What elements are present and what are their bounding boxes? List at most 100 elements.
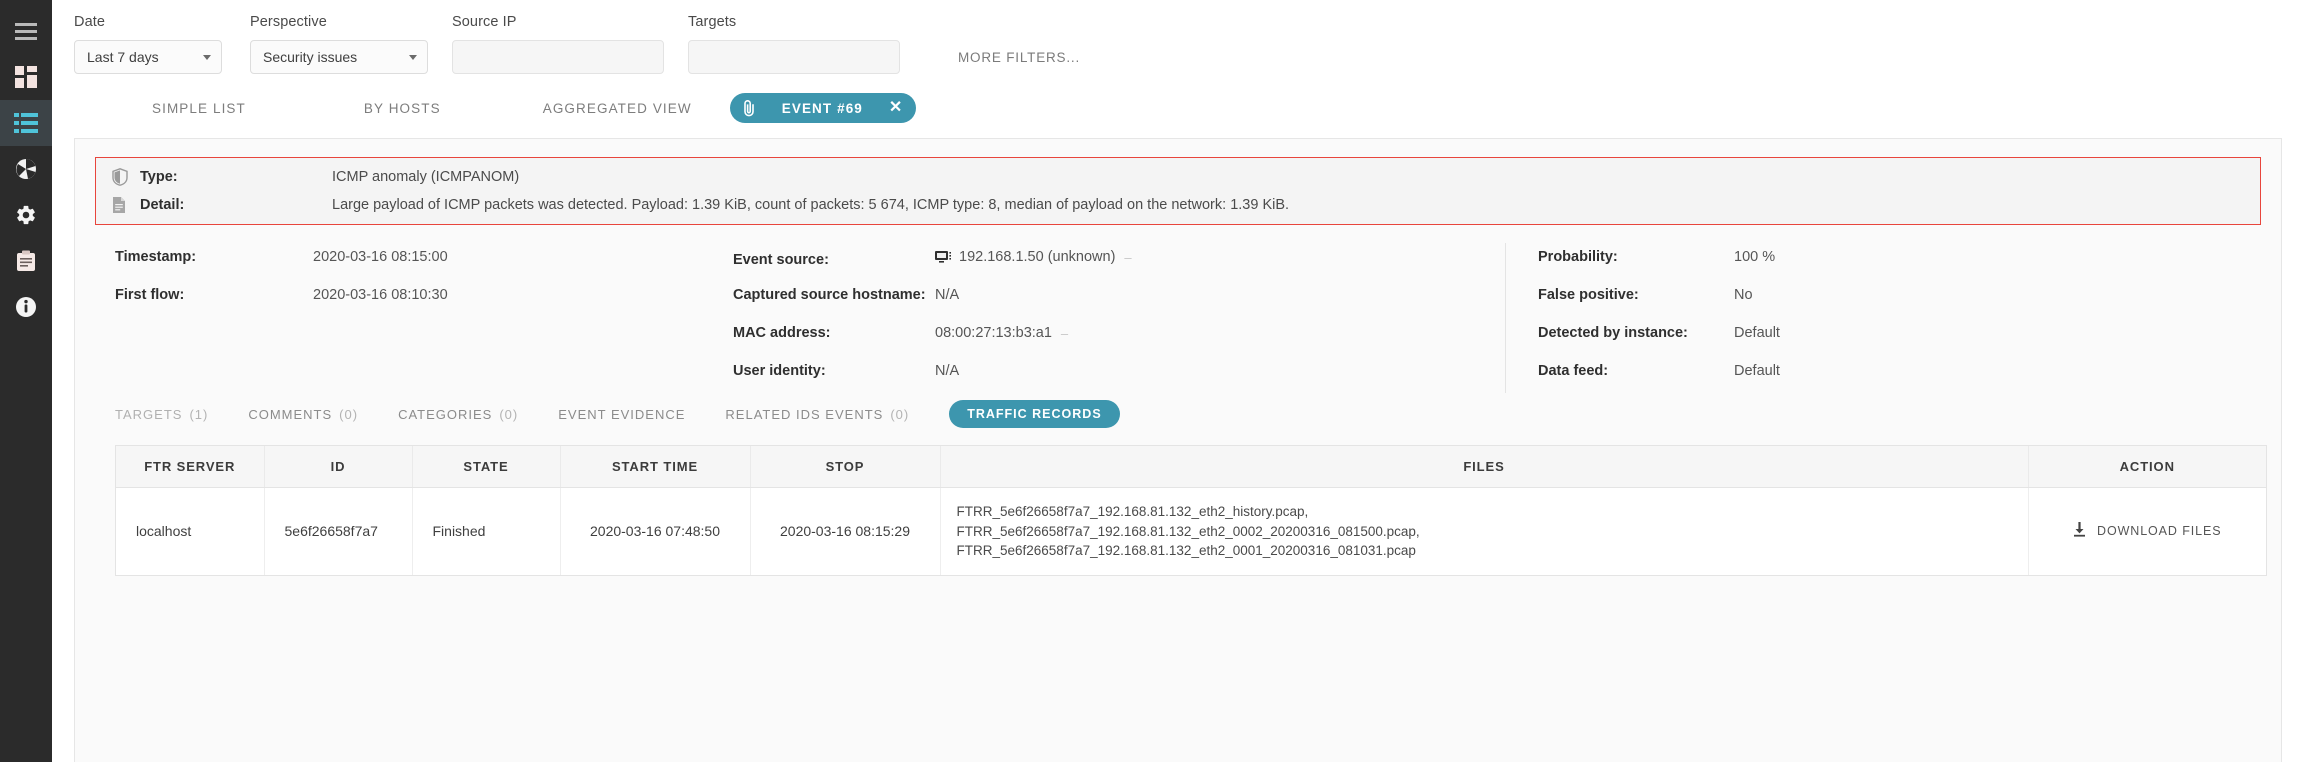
detail-value: Large payload of ICMP packets was detect… bbox=[332, 197, 1289, 213]
tab-related-ids-events-label: RELATED IDS EVENTS bbox=[725, 407, 883, 422]
file-name: FTRR_5e6f26658f7a7_192.168.81.132_eth2_0… bbox=[957, 522, 2018, 542]
user-identity-label: User identity: bbox=[733, 363, 935, 379]
shield-icon bbox=[112, 168, 140, 186]
traffic-records-table: FTR SERVER ID STATE START TIME STOP FILE… bbox=[116, 446, 2266, 575]
perspective-select[interactable]: Security issues bbox=[250, 40, 428, 74]
false-positive-value: No bbox=[1734, 287, 1753, 303]
info-row-first-flow: First flow: 2020-03-16 08:10:30 bbox=[115, 287, 715, 306]
left-sidebar bbox=[0, 0, 52, 762]
event-detail-card: Type: ICMP anomaly (ICMPANOM) Detail: bbox=[74, 138, 2282, 762]
event-source-label: Event source: bbox=[733, 252, 935, 268]
event-info-grid: Timestamp: 2020-03-16 08:15:00 First flo… bbox=[95, 225, 2261, 393]
file-name: FTRR_5e6f26658f7a7_192.168.81.132_eth2_h… bbox=[957, 502, 2018, 522]
tab-comments[interactable]: COMMENTS (0) bbox=[248, 407, 358, 422]
info-column-middle: Event source: bbox=[715, 243, 1505, 393]
list-icon bbox=[14, 113, 38, 133]
info-row-false-positive: False positive: No bbox=[1538, 287, 1985, 306]
type-label: Type: bbox=[140, 169, 332, 185]
tab-by-hosts[interactable]: BY HOSTS bbox=[364, 101, 441, 116]
app-root: Date Last 7 days Perspective Security is… bbox=[0, 0, 2304, 762]
event-summary-alert: Type: ICMP anomaly (ICMPANOM) Detail: bbox=[95, 157, 2261, 225]
filter-targets: Targets bbox=[688, 14, 900, 74]
info-row-captured-hostname: Captured source hostname: N/A bbox=[733, 287, 1505, 306]
filter-perspective: Perspective Security issues bbox=[250, 14, 428, 74]
info-row-mac-address: MAC address: 08:00:27:13:b3:a1 – bbox=[733, 325, 1505, 344]
tab-event-evidence[interactable]: EVENT EVIDENCE bbox=[558, 407, 685, 422]
filter-bar: Date Last 7 days Perspective Security is… bbox=[52, 0, 2304, 86]
main-content: Date Last 7 days Perspective Security is… bbox=[52, 0, 2304, 762]
download-files-button[interactable]: DOWNLOAD FILES bbox=[2073, 522, 2221, 540]
sidebar-item-about[interactable] bbox=[0, 284, 52, 330]
cell-stop: 2020-03-16 08:15:29 bbox=[750, 488, 940, 575]
timestamp-label: Timestamp: bbox=[115, 249, 313, 265]
table-row: localhost 5e6f26658f7a7 Finished 2020-03… bbox=[116, 488, 2266, 575]
tab-targets-label: TARGETS bbox=[115, 407, 182, 422]
more-filters-button[interactable]: MORE FILTERS... bbox=[958, 50, 1080, 65]
event-source-trailing: – bbox=[1124, 250, 1131, 265]
sidebar-item-dashboard[interactable] bbox=[0, 54, 52, 100]
tab-categories-count: (0) bbox=[499, 407, 518, 422]
info-row-user-identity: User identity: N/A bbox=[733, 363, 1505, 382]
tab-targets[interactable]: TARGETS (1) bbox=[115, 407, 208, 422]
perspective-select-value: Security issues bbox=[263, 49, 357, 65]
tab-targets-count: (1) bbox=[189, 407, 208, 422]
traffic-records-table-wrapper: FTR SERVER ID STATE START TIME STOP FILE… bbox=[115, 445, 2267, 576]
detail-label: Detail: bbox=[140, 197, 332, 213]
tab-aggregated-view[interactable]: AGGREGATED VIEW bbox=[543, 101, 692, 116]
cell-files: FTRR_5e6f26658f7a7_192.168.81.132_eth2_h… bbox=[940, 488, 2028, 575]
alert-row-detail: Detail: Large payload of ICMP packets wa… bbox=[112, 196, 2244, 214]
filter-source-ip-label: Source IP bbox=[452, 14, 664, 30]
pie-chart-icon bbox=[15, 158, 37, 180]
hamburger-icon bbox=[15, 23, 37, 40]
cell-start-time: 2020-03-16 07:48:50 bbox=[560, 488, 750, 575]
tab-comments-count: (0) bbox=[339, 407, 358, 422]
tab-simple-list[interactable]: SIMPLE LIST bbox=[152, 101, 246, 116]
filter-date-label: Date bbox=[74, 14, 222, 30]
col-files: FILES bbox=[940, 446, 2028, 488]
col-state: STATE bbox=[412, 446, 560, 488]
col-ftr-server: FTR SERVER bbox=[116, 446, 264, 488]
sidebar-item-tasks[interactable] bbox=[0, 238, 52, 284]
col-action: ACTION bbox=[2028, 446, 2266, 488]
timestamp-value: 2020-03-16 08:15:00 bbox=[313, 249, 448, 265]
info-row-probability: Probability: 100 % bbox=[1538, 249, 1985, 268]
info-icon bbox=[15, 296, 37, 318]
filter-perspective-label: Perspective bbox=[250, 14, 428, 30]
tab-related-ids-events[interactable]: RELATED IDS EVENTS (0) bbox=[725, 407, 909, 422]
clipboard-icon bbox=[16, 250, 36, 272]
source-ip-input[interactable] bbox=[452, 40, 664, 74]
document-icon bbox=[112, 196, 140, 214]
monitor-icon bbox=[935, 250, 952, 264]
table-header-row: FTR SERVER ID STATE START TIME STOP FILE… bbox=[116, 446, 2266, 488]
filter-date: Date Last 7 days bbox=[74, 14, 222, 74]
data-feed-label: Data feed: bbox=[1538, 363, 1734, 379]
detected-by-instance-label: Detected by instance: bbox=[1538, 325, 1734, 341]
close-icon[interactable]: ✕ bbox=[889, 100, 902, 116]
view-tabs: SIMPLE LIST BY HOSTS AGGREGATED VIEW EVE… bbox=[52, 86, 2304, 130]
mac-address-value: 08:00:27:13:b3:a1 bbox=[935, 325, 1052, 341]
alert-row-type: Type: ICMP anomaly (ICMPANOM) bbox=[112, 168, 2244, 186]
sidebar-item-events-list[interactable] bbox=[0, 100, 52, 146]
false-positive-label: False positive: bbox=[1538, 287, 1734, 303]
event-source-value: 192.168.1.50 (unknown) bbox=[959, 249, 1115, 265]
user-identity-value: N/A bbox=[935, 363, 959, 379]
dashboard-grid-icon bbox=[15, 66, 37, 88]
download-files-label: DOWNLOAD FILES bbox=[2097, 524, 2221, 538]
info-column-right: Probability: 100 % False positive: No De… bbox=[1505, 243, 1985, 393]
tab-categories[interactable]: CATEGORIES (0) bbox=[398, 407, 518, 422]
detected-by-instance-value: Default bbox=[1734, 325, 1780, 341]
date-select[interactable]: Last 7 days bbox=[74, 40, 222, 74]
sidebar-item-settings[interactable] bbox=[0, 192, 52, 238]
tab-traffic-records[interactable]: TRAFFIC RECORDS bbox=[949, 400, 1119, 428]
col-stop: STOP bbox=[750, 446, 940, 488]
sidebar-item-menu-toggle[interactable] bbox=[0, 8, 52, 54]
detail-tabs: TARGETS (1) COMMENTS (0) CATEGORIES (0) … bbox=[95, 393, 2261, 435]
sidebar-item-reports[interactable] bbox=[0, 146, 52, 192]
tab-event-69[interactable]: EVENT #69 ✕ bbox=[730, 93, 917, 123]
targets-input[interactable] bbox=[688, 40, 900, 74]
date-select-value: Last 7 days bbox=[87, 49, 159, 65]
col-start-time: START TIME bbox=[560, 446, 750, 488]
cell-state: Finished bbox=[412, 488, 560, 575]
cell-id: 5e6f26658f7a7 bbox=[264, 488, 412, 575]
probability-label: Probability: bbox=[1538, 249, 1734, 265]
